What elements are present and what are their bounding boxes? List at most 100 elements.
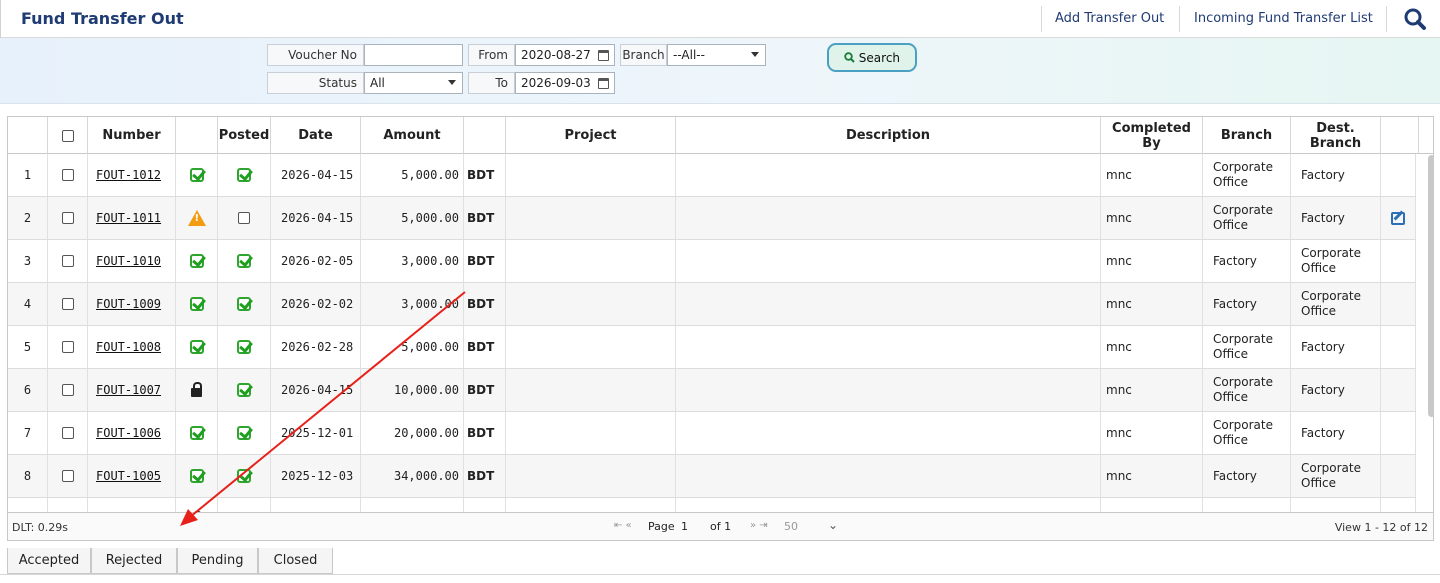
row-select-cell [48, 197, 88, 239]
column-header-posted[interactable]: Posted [218, 117, 271, 154]
add-transfer-out-link[interactable]: Add Transfer Out [1055, 11, 1164, 26]
column-header-project[interactable]: Project [506, 117, 676, 154]
checkbox-icon[interactable] [238, 212, 250, 224]
incoming-fund-transfer-list-link[interactable]: Incoming Fund Transfer List [1194, 11, 1373, 26]
branch-select[interactable]: --All-- [667, 44, 766, 66]
page-label: Page [648, 520, 675, 533]
table-row[interactable]: 1 FOUT-1012 2026-04-15 5,000.00 BDT mnc Corpor… [8, 154, 1416, 197]
dest-branch-value: Factory [1301, 210, 1345, 225]
completed-by-value: mnc [1106, 383, 1132, 397]
tab-rejected[interactable]: Rejected [91, 548, 177, 574]
currency-value: BDT [467, 426, 495, 440]
next-page-icon[interactable]: » ⇥ [750, 520, 768, 531]
row-checkbox[interactable] [61, 212, 74, 224]
chevron-down-icon[interactable]: ⌄ [828, 518, 838, 532]
from-date-input[interactable]: 2020-08-27 [515, 44, 615, 66]
voucher-number-link[interactable]: FOUT-1011 [96, 211, 161, 225]
search-button[interactable]: Search [827, 43, 917, 72]
completed-by-value: mnc [1106, 168, 1132, 182]
column-header-completed-by[interactable]: Completed By [1101, 117, 1203, 154]
voucher-number-link[interactable]: FOUT-1008 [96, 340, 161, 354]
status-cell [176, 240, 218, 282]
row-checkbox[interactable] [61, 298, 74, 310]
amount-value: 5,000.00 [401, 211, 459, 225]
posted-cell [218, 412, 271, 454]
voucher-number-link[interactable]: FOUT-1010 [96, 254, 161, 268]
row-index-cell: 7 [8, 412, 48, 454]
voucher-no-input[interactable] [364, 44, 463, 66]
column-header-number[interactable]: Number [88, 117, 176, 154]
completed-by-cell: mnc [1101, 197, 1203, 239]
column-header-description[interactable]: Description [676, 117, 1101, 154]
to-date-input[interactable]: 2026-09-03 [515, 72, 615, 94]
page-size-select[interactable]: 50 [784, 520, 798, 533]
table-row[interactable]: 5 FOUT-1008 2026-02-28 5,000.00 BDT mnc Corpor… [8, 326, 1416, 369]
posted-cell [218, 455, 271, 497]
search-icon[interactable] [1401, 6, 1429, 32]
completed-by-value: mnc [1106, 469, 1132, 483]
date-value: 2026-04-15 [281, 211, 354, 225]
table-row[interactable]: 7 FOUT-1006 2025-12-01 20,000.00 BDT mnc Corpo… [8, 412, 1416, 455]
column-header-branch[interactable]: Branch [1203, 117, 1291, 154]
project-cell [506, 326, 676, 368]
table-row[interactable]: 3 FOUT-1010 2026-02-05 3,000.00 BDT mnc Factor… [8, 240, 1416, 283]
description-cell [676, 240, 1101, 282]
currency-cell: BDT [464, 197, 506, 239]
tab-accepted[interactable]: Accepted [7, 548, 91, 574]
voucher-number-link[interactable]: FOUT-1007 [96, 383, 161, 397]
check-icon [189, 297, 204, 311]
row-checkbox[interactable] [61, 384, 74, 396]
voucher-number-link[interactable]: FOUT-1009 [96, 297, 161, 311]
table-row[interactable]: 8 FOUT-1005 2025-12-03 34,000.00 BDT mnc Facto… [8, 455, 1416, 498]
row-checkbox[interactable] [61, 255, 74, 267]
number-cell: FOUT-1009 [88, 283, 176, 325]
row-checkbox[interactable] [61, 169, 74, 181]
tab-closed[interactable]: Closed [258, 548, 333, 574]
date-value: 2026-04-15 [281, 168, 354, 182]
completed-by-value: mnc [1106, 426, 1132, 440]
status-select[interactable]: All [364, 72, 463, 94]
branch-value: Factory [1213, 253, 1257, 268]
status-value: All [370, 76, 385, 90]
dest-branch-cell: Corporate Office [1291, 283, 1381, 325]
amount-value: 10,000.00 [393, 383, 459, 397]
tab-pending[interactable]: Pending [177, 548, 258, 574]
column-header-dest-branch[interactable]: Dest. Branch [1291, 117, 1381, 154]
divider [1041, 6, 1042, 32]
lock-icon [191, 381, 202, 397]
amount-value: 5,000.00 [401, 340, 459, 354]
table-row[interactable]: 6 FOUT-1007 2026-04-15 10,000.00 BDT mnc Corpo… [8, 369, 1416, 412]
description-cell [676, 369, 1101, 411]
vertical-scrollbar[interactable] [1428, 155, 1433, 417]
voucher-number-link[interactable]: FOUT-1006 [96, 426, 161, 440]
row-index-cell: 3 [8, 240, 48, 282]
voucher-number-link[interactable]: FOUT-1012 [96, 168, 161, 182]
row-index-cell: 4 [8, 283, 48, 325]
column-header-date[interactable]: Date [271, 117, 361, 154]
table-row[interactable]: 2 FOUT-1011! 2026-04-15 5,000.00 BDT mnc Corpo… [8, 197, 1416, 240]
action-cell [1381, 240, 1416, 282]
voucher-number-link[interactable]: FOUT-1005 [96, 469, 161, 483]
select-all-checkbox[interactable] [61, 129, 74, 142]
completed-by-cell: mnc [1101, 412, 1203, 454]
status-cell [176, 455, 218, 497]
edit-icon[interactable] [1391, 211, 1405, 225]
dest-branch-cell: Factory [1291, 326, 1381, 368]
row-checkbox[interactable] [61, 470, 74, 482]
table-row[interactable]: 4 FOUT-1009 2026-02-02 3,000.00 BDT mnc Factor… [8, 283, 1416, 326]
project-cell [506, 455, 676, 497]
page-number-input[interactable]: 1 [681, 520, 688, 533]
currency-cell: BDT [464, 412, 506, 454]
first-page-icon[interactable]: ⇤ « [614, 520, 632, 531]
check-icon [189, 340, 204, 354]
calendar-icon[interactable] [598, 78, 609, 89]
action-cell [1381, 412, 1416, 454]
calendar-icon[interactable] [598, 50, 609, 61]
row-checkbox[interactable] [61, 341, 74, 353]
column-header-amount[interactable]: Amount [361, 117, 464, 154]
number-cell: FOUT-1008 [88, 326, 176, 368]
divider [1386, 6, 1387, 32]
amount-cell: 3,000.00 [361, 240, 464, 282]
row-checkbox[interactable] [61, 427, 74, 439]
pager-bar: DLT: 0.29s ⇤ « Page 1 of 1 » ⇥ 50 ⌄ View… [8, 512, 1433, 540]
